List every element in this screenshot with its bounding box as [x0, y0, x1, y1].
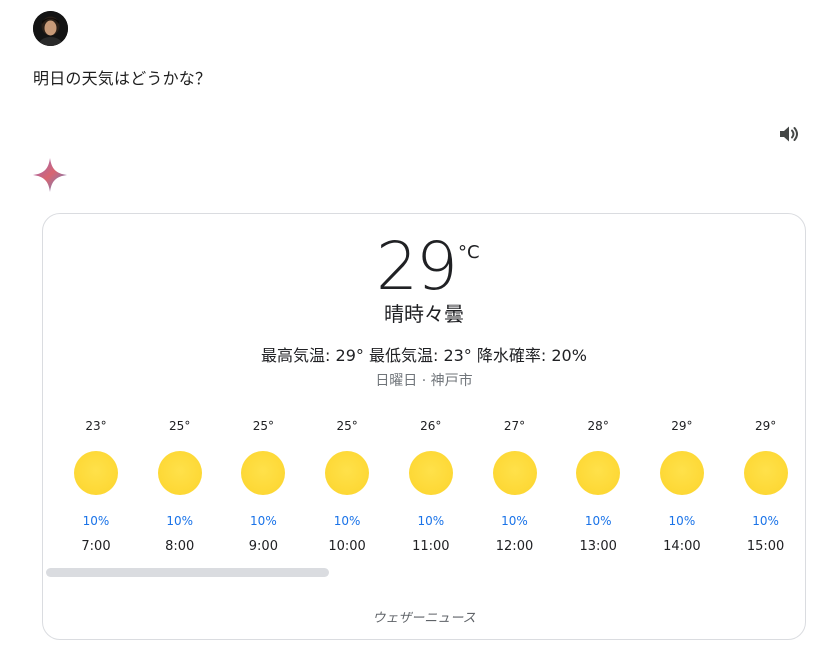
sun-icon — [743, 451, 788, 495]
current-temperature: 29 °C — [376, 228, 480, 305]
hourly-time: 10:00 — [328, 539, 366, 554]
hourly-temperature: 29° — [754, 419, 777, 433]
hourly-temperature: 27° — [503, 419, 526, 433]
horizontal-scrollbar[interactable] — [46, 568, 329, 577]
avatar-image — [33, 11, 68, 46]
hourly-temperature: 25° — [252, 419, 275, 433]
hourly-time: 11:00 — [412, 539, 450, 554]
sun-icon — [492, 451, 537, 495]
hourly-precipitation: 10% — [417, 514, 445, 528]
weather-source[interactable]: ウェザーニュース — [43, 607, 805, 626]
hourly-precipitation: 10% — [752, 514, 779, 528]
hourly-temperature: 26° — [420, 419, 442, 433]
sun-icon — [659, 451, 704, 495]
weather-stats: 最高気温: 29° 最低気温: 23° 降水確率: 20% — [261, 346, 587, 365]
hourly-time: 9:00 — [248, 539, 278, 554]
hourly-item: 25° 10% 8:00 — [150, 418, 210, 555]
sun-icon — [157, 451, 202, 495]
hourly-precipitation: 10% — [82, 514, 110, 528]
hourly-item: 26° 10% 11:00 — [401, 418, 461, 555]
gemini-sparkle-icon — [32, 157, 68, 193]
hourly-temperature: 25° — [336, 419, 358, 433]
temperature-unit[interactable]: °C — [458, 242, 480, 264]
hourly-precipitation: 10% — [333, 514, 361, 528]
hourly-precipitation: 10% — [166, 514, 194, 528]
hourly-item: 23° 10% 7:00 — [66, 418, 126, 555]
sun-icon — [74, 451, 118, 495]
sun-icon — [241, 451, 286, 495]
hourly-time: 12:00 — [495, 539, 534, 554]
hourly-item: 29° 10% 15:00 — [736, 418, 796, 555]
current-temperature-block: 29 °C — [43, 232, 805, 302]
speaker-icon[interactable] — [777, 122, 801, 146]
user-prompt: 明日の天気はどうかな？ — [33, 69, 212, 88]
hourly-temperature: 29° — [671, 419, 693, 433]
hourly-forecast[interactable]: 23° 10% 7:00 25° 10% 8:00 25° 10% 9:00 25° 10% 10:0… — [43, 418, 805, 558]
hourly-precipitation: 10% — [250, 514, 277, 528]
hourly-time: 8:00 — [165, 539, 195, 554]
hourly-item: 25° 10% 9:00 — [233, 418, 293, 555]
hourly-time: 7:00 — [81, 539, 111, 554]
hourly-time: 14:00 — [663, 539, 701, 554]
user-avatar[interactable] — [33, 11, 68, 46]
chat-page: 明日の天気はどうかな？ 29 °C 晴時々曇 最高気温: 29° 最低気温: 23… — [0, 0, 838, 659]
hourly-item: 25° 10% 10:00 — [317, 418, 377, 555]
hourly-time: 15:00 — [746, 539, 785, 554]
sun-icon — [576, 451, 621, 495]
day-and-location: 日曜日 · 神戸市 — [375, 373, 473, 389]
hourly-precipitation: 10% — [584, 514, 612, 528]
hourly-precipitation: 10% — [668, 514, 696, 528]
weather-condition: 晴時々曇 — [384, 302, 464, 326]
hourly-item: 28° 10% 13:00 — [568, 418, 628, 555]
weather-card: 29 °C 晴時々曇 最高気温: 29° 最低気温: 23° 降水確率: 20% … — [42, 213, 806, 640]
hourly-temperature: 23° — [85, 419, 107, 433]
hourly-time: 13:00 — [579, 539, 617, 554]
hourly-item: 27° 10% 12:00 — [485, 418, 545, 555]
hourly-temperature: 28° — [587, 419, 609, 433]
hourly-temperature: 25° — [169, 419, 191, 433]
sun-icon — [325, 451, 370, 495]
hourly-precipitation: 10% — [501, 514, 528, 528]
hourly-item: 29° 10% 14:00 — [652, 418, 712, 555]
sun-icon — [408, 451, 453, 495]
